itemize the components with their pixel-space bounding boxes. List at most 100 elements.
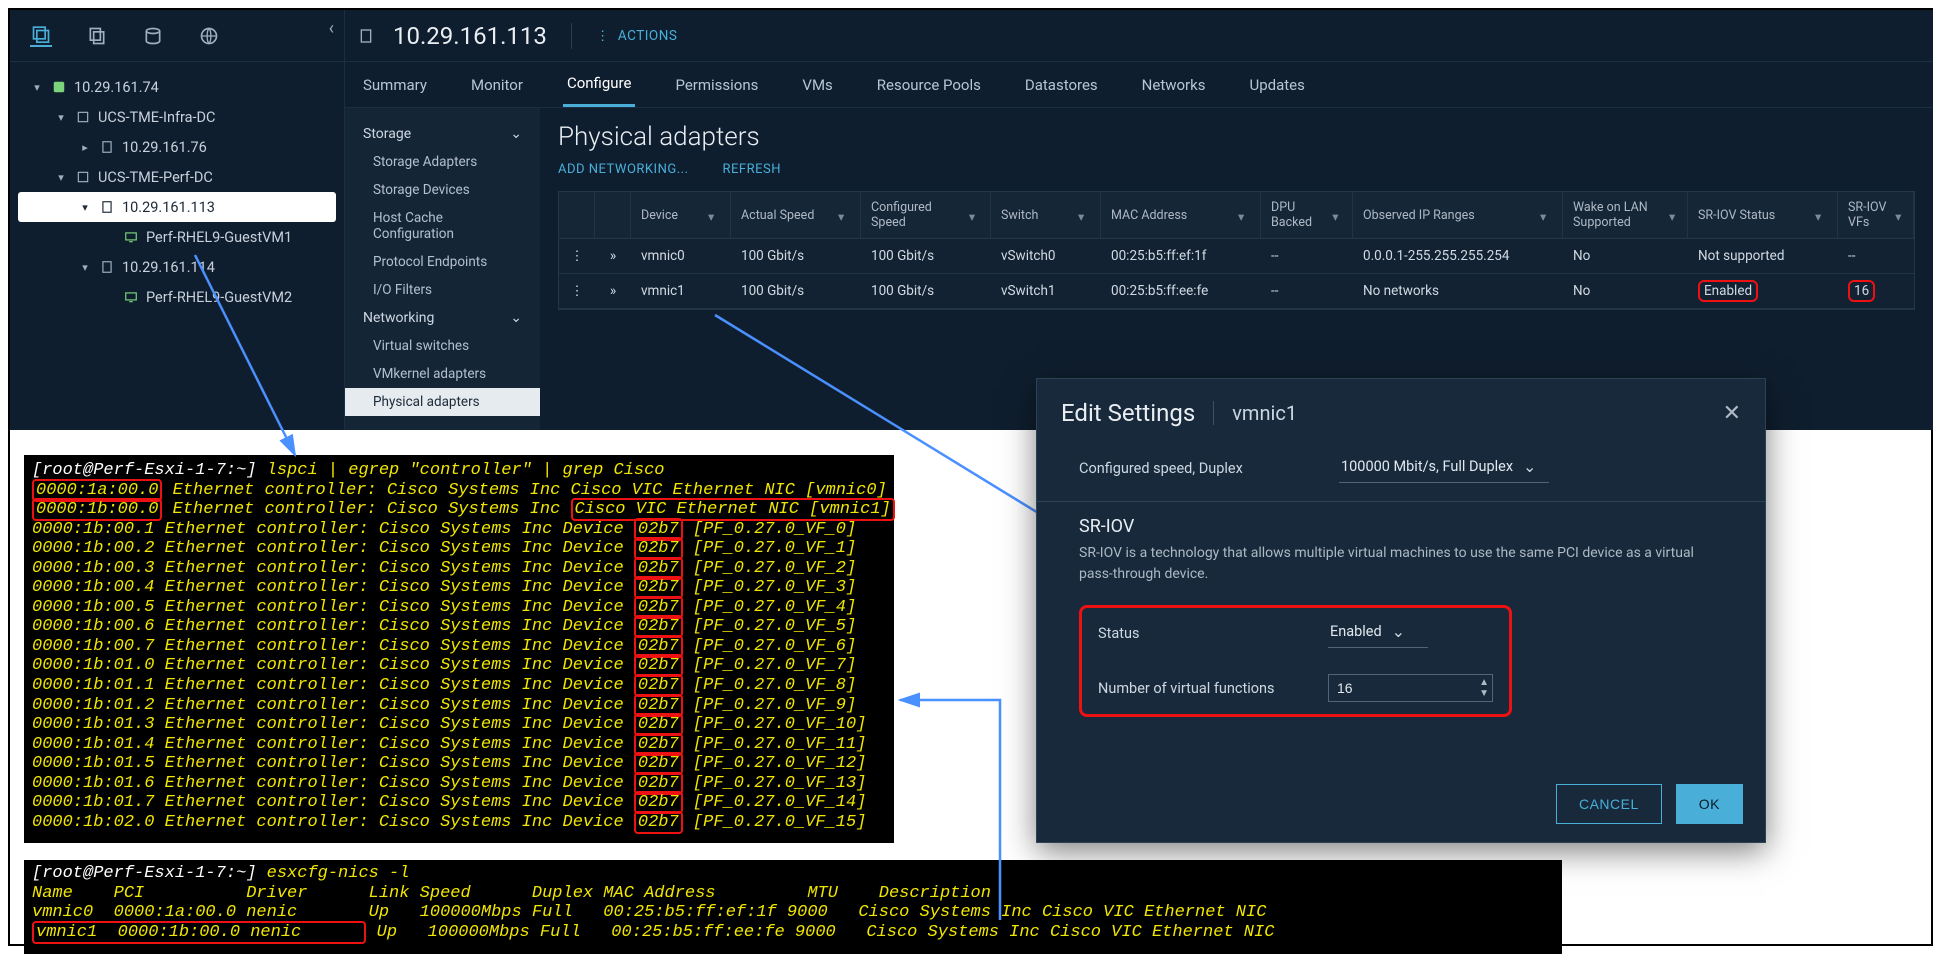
status-value: Enabled <box>1330 623 1382 640</box>
tab-permissions[interactable]: Permissions <box>671 62 762 107</box>
table-row[interactable]: ⋮»vmnic1100 Gbit/s100 Gbit/svSwitch100:2… <box>559 274 1914 309</box>
tab-monitor[interactable]: Monitor <box>467 62 527 107</box>
tab-summary[interactable]: Summary <box>359 62 431 107</box>
tree-dc-perf[interactable]: ▾ UCS-TME-Perf-DC <box>18 162 336 192</box>
col-switch[interactable]: Switch▾ <box>991 192 1101 238</box>
cell-mac: 00:25:b5:ff:ee:fe <box>1101 274 1261 308</box>
tab-resource-pools[interactable]: Resource Pools <box>873 62 985 107</box>
inventory-tab-bar: ‹ <box>10 10 344 62</box>
actions-menu[interactable]: ⋮ ACTIONS <box>596 28 678 44</box>
cell-mac: 00:25:b5:ff:ef:1f <box>1101 239 1261 273</box>
tree-host-114[interactable]: ▾ 10.29.161.114 <box>18 252 336 282</box>
tree-vm-2[interactable]: Perf-RHEL9-GuestVM2 <box>18 282 336 312</box>
collapse-sidebar-icon[interactable]: ‹ <box>329 18 334 39</box>
col-wol[interactable]: Wake on LAN Supported▾ <box>1563 192 1688 238</box>
edit-settings-dialog: Edit Settings vmnic1 ✕ Configured speed,… <box>1036 378 1766 843</box>
config-item-i-o-filters[interactable]: I/O Filters <box>345 276 540 304</box>
speed-select[interactable]: 100000 Mbit/s, Full Duplex ⌄ <box>1339 453 1549 483</box>
col-sriov-status[interactable]: SR-IOV Status▾ <box>1688 192 1838 238</box>
table-header-row: Device▾ Actual Speed▾ Configured Speed▾ … <box>559 192 1914 239</box>
tree-label: Perf-RHEL9-GuestVM1 <box>146 229 292 246</box>
actions-label: ACTIONS <box>618 28 678 44</box>
tree-dc-infra[interactable]: ▾ UCS-TME-Infra-DC <box>18 102 336 132</box>
tree-vm-1[interactable]: Perf-RHEL9-GuestVM1 <box>18 222 336 252</box>
chevron-down-icon: ⌄ <box>1523 457 1536 476</box>
col-device[interactable]: Device▾ <box>631 192 731 238</box>
cell-wol: No <box>1563 274 1688 308</box>
config-section-storage[interactable]: Storage ⌄ <box>345 120 540 148</box>
config-item-virtual-switches[interactable]: Virtual switches <box>345 332 540 360</box>
table-row[interactable]: ⋮»vmnic0100 Gbit/s100 Gbit/svSwitch000:2… <box>559 239 1914 274</box>
section-label: Storage <box>363 126 411 142</box>
config-item-protocol-endpoints[interactable]: Protocol Endpoints <box>345 248 540 276</box>
col-dpu[interactable]: DPU Backed▾ <box>1261 192 1353 238</box>
col-sriov-vfs[interactable]: SR-IOV VFs▾ <box>1838 192 1914 238</box>
config-item-storage-adapters[interactable]: Storage Adapters <box>345 148 540 176</box>
row-menu-icon[interactable]: ⋮ <box>559 274 595 308</box>
config-section-networking[interactable]: Networking ⌄ <box>345 304 540 332</box>
cancel-button[interactable]: CANCEL <box>1556 784 1662 824</box>
col-observed-ip[interactable]: Observed IP Ranges▾ <box>1353 192 1563 238</box>
tree-host-76[interactable]: ▸ 10.29.161.76 <box>18 132 336 162</box>
vf-count-label: Number of virtual functions <box>1098 680 1328 697</box>
cell-sriov-vfs: 16 <box>1838 274 1914 308</box>
cell-observed-ip: 0.0.0.1-255.255.255.254 <box>1353 239 1563 273</box>
tab-datastores[interactable]: Datastores <box>1021 62 1102 107</box>
cell-device: vmnic0 <box>631 239 731 273</box>
cell-wol: No <box>1563 239 1688 273</box>
tab-networks[interactable]: Networks <box>1138 62 1210 107</box>
networking-icon[interactable] <box>198 25 220 47</box>
config-item-physical-adapters[interactable]: Physical adapters <box>345 388 540 416</box>
status-select[interactable]: Enabled ⌄ <box>1328 618 1428 648</box>
expand-row-icon[interactable]: » <box>595 274 631 308</box>
host-icon <box>98 138 116 156</box>
col-configured-speed[interactable]: Configured Speed▾ <box>861 192 991 238</box>
add-networking-link[interactable]: ADD NETWORKING... <box>558 162 689 177</box>
datacenter-icon <box>74 168 92 186</box>
expand-row-icon[interactable]: » <box>595 239 631 273</box>
cell-observed-ip: No networks <box>1353 274 1563 308</box>
pane-title: Physical adapters <box>558 122 1915 152</box>
storage-icon[interactable] <box>142 25 164 47</box>
cell-switch: vSwitch1 <box>991 274 1101 308</box>
host-tabs: Summary Monitor Configure Permissions VMs Res… <box>345 62 1933 108</box>
sriov-description: SR-IOV is a technology that allows multi… <box>1079 543 1723 585</box>
col-mac[interactable]: MAC Address▾ <box>1101 192 1261 238</box>
cell-sriov-status: Enabled <box>1688 274 1838 308</box>
tab-updates[interactable]: Updates <box>1246 62 1309 107</box>
dialog-subtitle: vmnic1 <box>1232 401 1297 425</box>
cell-actual-speed: 100 Gbit/s <box>731 239 861 273</box>
configure-sidebar: Storage ⌄ Storage AdaptersStorage Device… <box>345 108 540 430</box>
host-ip-title: 10.29.161.113 <box>393 22 547 50</box>
vf-count-input[interactable] <box>1328 674 1493 702</box>
sriov-heading: SR-IOV <box>1079 516 1723 537</box>
tree-vcenter[interactable]: ▾ 10.29.161.74 <box>18 72 336 102</box>
ok-button[interactable]: OK <box>1676 784 1743 824</box>
tree-label: UCS-TME-Infra-DC <box>98 109 216 126</box>
cell-configured-speed: 100 Gbit/s <box>861 274 991 308</box>
tree-label: 10.29.161.113 <box>122 199 215 216</box>
config-item-vmkernel-adapters[interactable]: VMkernel adapters <box>345 360 540 388</box>
col-actual-speed[interactable]: Actual Speed▾ <box>731 192 861 238</box>
filter-icon: ▾ <box>1238 209 1250 221</box>
tab-vms[interactable]: VMs <box>798 62 836 107</box>
refresh-link[interactable]: REFRESH <box>723 162 781 177</box>
filter-icon: ▾ <box>1669 209 1677 221</box>
host-icon <box>98 198 116 216</box>
spinner-icon[interactable]: ▲▼ <box>1479 677 1489 699</box>
chevron-down-icon: ⌄ <box>510 126 522 142</box>
row-menu-icon[interactable]: ⋮ <box>559 239 595 273</box>
close-icon[interactable]: ✕ <box>1723 401 1741 426</box>
vms-templates-icon[interactable] <box>86 25 108 47</box>
section-label: Networking <box>363 310 434 326</box>
vm-icon <box>122 228 140 246</box>
tree-label: 10.29.161.114 <box>122 259 215 276</box>
tab-configure[interactable]: Configure <box>563 62 636 107</box>
vertical-divider <box>571 23 572 49</box>
hosts-and-clusters-icon[interactable] <box>30 25 52 47</box>
config-item-storage-devices[interactable]: Storage Devices <box>345 176 540 204</box>
config-item-host-cache-configuration[interactable]: Host Cache Configuration <box>345 204 540 248</box>
tree-host-113[interactable]: ▾ 10.29.161.113 <box>18 192 336 222</box>
cell-device: vmnic1 <box>631 274 731 308</box>
inventory-tree: ▾ 10.29.161.74 ▾ UCS-TME-Infra-DC ▸ <box>10 62 344 322</box>
